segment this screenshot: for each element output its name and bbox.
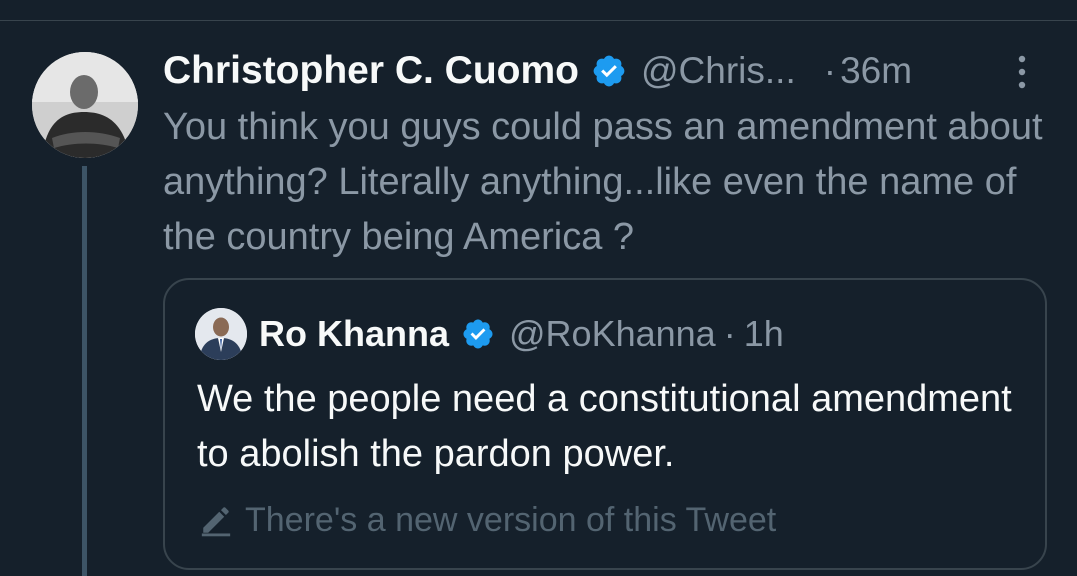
quoted-author-avatar <box>195 308 247 360</box>
pencil-icon <box>201 507 231 537</box>
author-handle[interactable]: @Chris... <box>641 50 796 92</box>
quoted-author-name: Ro Khanna <box>259 313 450 354</box>
author-avatar-image <box>32 52 138 158</box>
author-avatar[interactable] <box>32 52 138 158</box>
quoted-verified-badge-icon <box>463 319 493 349</box>
edited-tweet-notice[interactable]: There's a new version of this Tweet <box>199 498 776 542</box>
top-divider <box>0 20 1077 21</box>
tweet-header: Christopher C. Cuomo @Chris... · 36m <box>163 44 912 98</box>
quoted-tweet-card[interactable]: Ro Khanna @RoKhanna · 1h We the people n… <box>163 278 1047 570</box>
verified-badge-icon <box>593 55 625 87</box>
thread-connector-line <box>82 166 87 576</box>
quoted-avatar-image <box>195 308 247 360</box>
quoted-author-handle: @RoKhanna <box>509 313 716 354</box>
tweet-timestamp[interactable]: 36m <box>840 50 912 92</box>
tweet-thread: Christopher C. Cuomo @Chris... · 36m You… <box>0 0 1077 576</box>
edited-tweet-notice-label: There's a new version of this Tweet <box>245 500 777 539</box>
author-name[interactable]: Christopher C. Cuomo <box>163 49 579 93</box>
tweet-text: You think you guys could pass an amendme… <box>163 106 1043 258</box>
quoted-tweet-text: We the people need a constitutional amen… <box>197 378 1012 475</box>
more-vertical-icon[interactable] <box>1015 54 1029 90</box>
quoted-separator-dot: · <box>723 313 736 354</box>
quoted-timestamp: 1h <box>743 313 784 354</box>
separator-dot: · <box>823 50 837 91</box>
quoted-tweet-header: Ro Khanna @RoKhanna · 1h <box>195 306 784 362</box>
